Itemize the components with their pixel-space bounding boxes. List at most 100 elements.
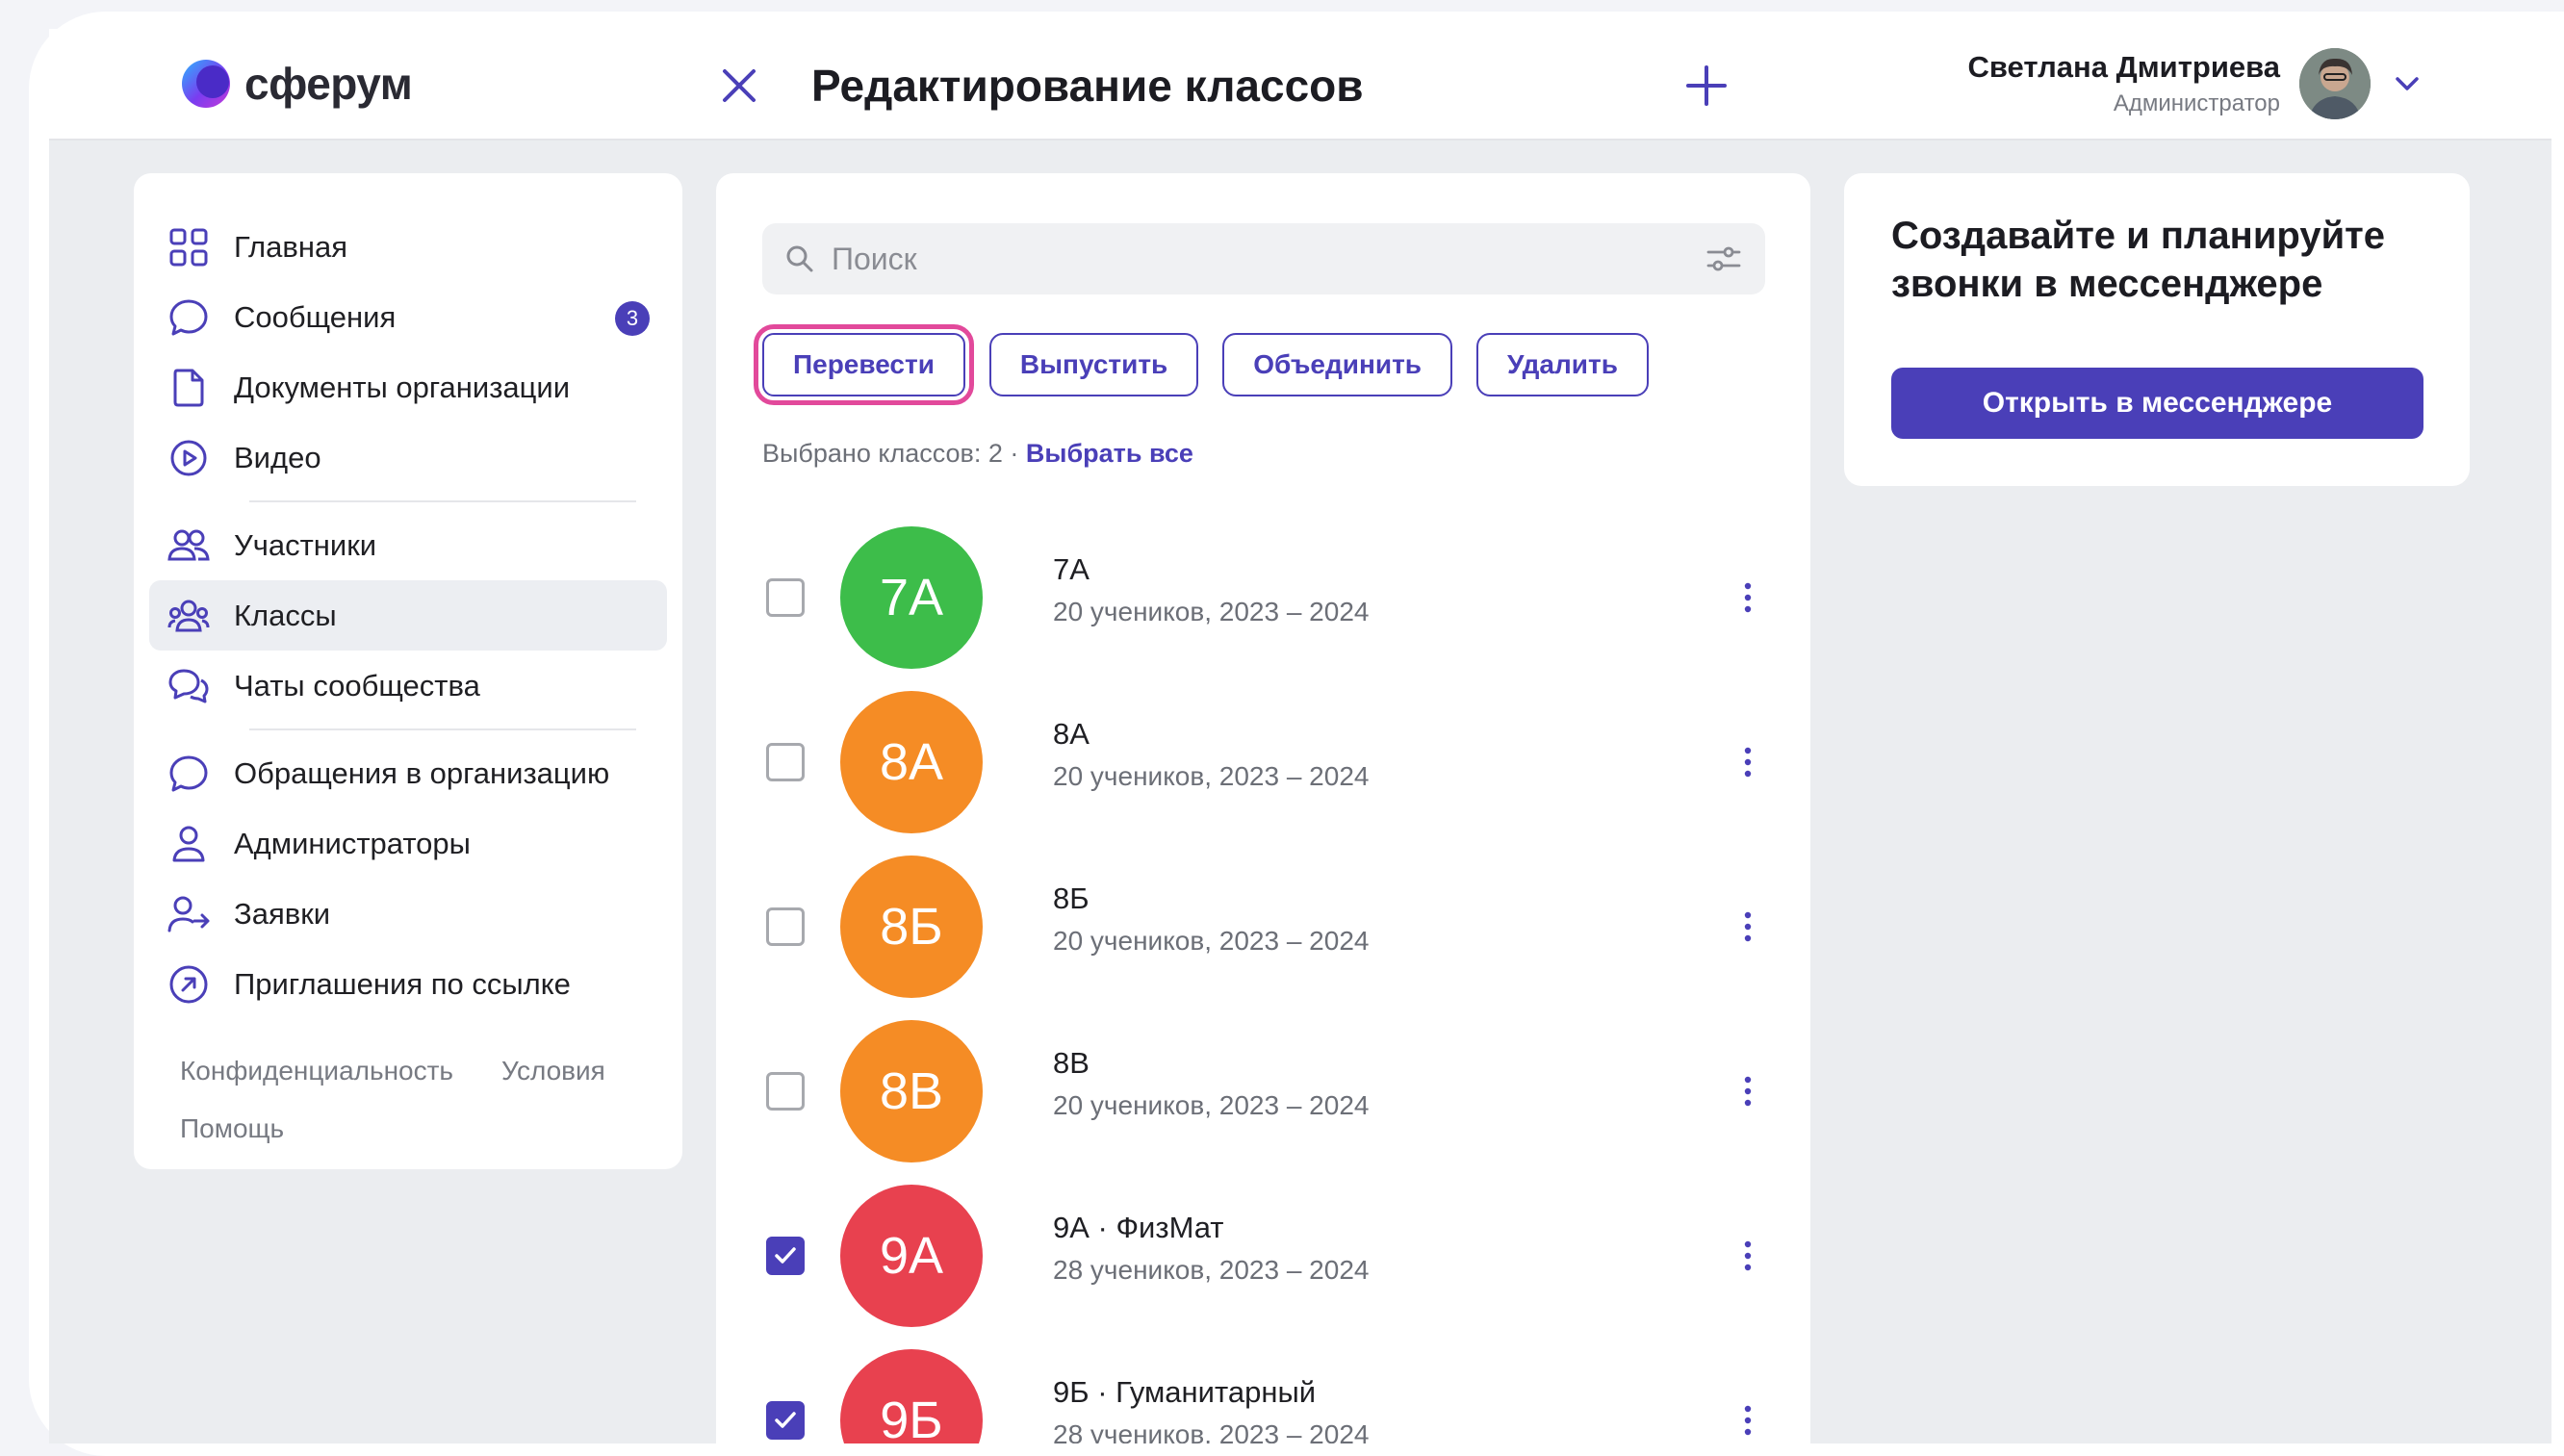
- user-menu[interactable]: Светлана Дмитриева Администратор: [1967, 48, 2424, 119]
- class-row[interactable]: 9А 9А · ФизМат 28 учеников, 2023 – 2024: [716, 1174, 1810, 1339]
- class-avatar: 8Б: [840, 856, 983, 998]
- terms-link[interactable]: Условия: [501, 1056, 605, 1086]
- delete-button[interactable]: Удалить: [1476, 333, 1649, 396]
- class-meta: 20 учеников, 2023 – 2024: [1053, 597, 1370, 626]
- class-checkbox[interactable]: [766, 1401, 805, 1440]
- more-vertical-icon[interactable]: [1724, 574, 1772, 622]
- sidebar-item-label: Участники: [234, 527, 377, 562]
- chevron-down-icon[interactable]: [2390, 66, 2424, 101]
- sidebar-item-home[interactable]: Главная: [149, 212, 667, 282]
- more-vertical-icon[interactable]: [1724, 1232, 1772, 1280]
- person-icon: [172, 826, 205, 861]
- sidebar: Главная Сообщения 3 Документы организаци…: [134, 173, 682, 1169]
- users-icon: [167, 529, 210, 560]
- merge-button[interactable]: Объединить: [1222, 333, 1452, 396]
- filter-icon[interactable]: [1704, 239, 1744, 279]
- search-bar: [762, 223, 1765, 294]
- grid-icon: [169, 228, 208, 266]
- release-button[interactable]: Выпустить: [988, 333, 1199, 396]
- add-class-icon[interactable]: [1682, 62, 1731, 110]
- sidebar-item-invite-links[interactable]: Приглашения по ссылке: [149, 949, 667, 1019]
- chats-icon: [168, 669, 209, 702]
- class-name: 9Б · Гуманитарный: [1053, 1375, 1317, 1409]
- close-icon[interactable]: [715, 62, 763, 110]
- sferum-logo-icon: [182, 60, 230, 108]
- promo-title: Создавайте и планируйте звонки в мессенд…: [1891, 215, 2386, 305]
- sidebar-item-label: Заявки: [234, 896, 331, 931]
- sidebar-divider: [249, 500, 636, 502]
- class-avatar: 9Б: [840, 1349, 983, 1443]
- sidebar-item-appeals[interactable]: Обращения в организацию: [149, 738, 667, 808]
- search-input[interactable]: [832, 241, 1704, 277]
- top-bar: сферум Редактирование классов Светлана Д…: [49, 29, 2551, 140]
- more-vertical-icon[interactable]: [1724, 1067, 1772, 1115]
- class-checkbox[interactable]: [766, 1072, 805, 1111]
- link-arrow-icon: [169, 965, 208, 1003]
- sidebar-item-admins[interactable]: Администраторы: [149, 808, 667, 879]
- class-row[interactable]: 8В 8В 20 учеников, 2023 – 2024: [716, 1009, 1810, 1174]
- class-list: 7А 7А 20 учеников, 2023 – 2024 8А 8А 20 учени…: [716, 516, 1810, 1443]
- class-row[interactable]: 8Б 8Б 20 учеников, 2023 – 2024: [716, 845, 1810, 1009]
- class-name: 9А · ФизМат: [1053, 1211, 1224, 1244]
- sidebar-item-label: Главная: [234, 229, 347, 264]
- sidebar-item-classes[interactable]: Классы: [149, 580, 667, 651]
- user-avatar[interactable]: [2299, 48, 2371, 119]
- sidebar-item-community-chats[interactable]: Чаты сообщества: [149, 651, 667, 721]
- class-checkbox[interactable]: [766, 1237, 805, 1275]
- message-icon: [169, 299, 208, 335]
- sidebar-item-video[interactable]: Видео: [149, 422, 667, 493]
- user-role: Администратор: [2113, 90, 2280, 116]
- sidebar-item-label: Классы: [234, 598, 337, 632]
- sidebar-item-label: Обращения в организацию: [234, 755, 610, 790]
- class-row[interactable]: 8А 8А 20 учеников, 2023 – 2024: [716, 680, 1810, 845]
- checkmark-icon: [775, 1412, 796, 1428]
- classes-panel: Перевести Выпустить Объединить Удалить В…: [716, 173, 1810, 1443]
- search-icon: [786, 245, 813, 272]
- sidebar-item-requests[interactable]: Заявки: [149, 879, 667, 949]
- bulk-actions: Перевести Выпустить Объединить Удалить: [754, 324, 1673, 405]
- sidebar-footer: Конфиденциальность Условия Помощь: [134, 1019, 682, 1144]
- transfer-button[interactable]: Перевести: [754, 324, 974, 405]
- select-all-link[interactable]: Выбрать все: [1026, 439, 1193, 468]
- sidebar-nav: Главная Сообщения 3 Документы организаци…: [134, 173, 682, 1019]
- class-checkbox[interactable]: [766, 907, 805, 946]
- class-meta: 20 учеников, 2023 – 2024: [1053, 761, 1370, 791]
- class-avatar: 8В: [840, 1020, 983, 1162]
- class-checkbox[interactable]: [766, 578, 805, 617]
- sidebar-item-documents[interactable]: Документы организации: [149, 352, 667, 422]
- class-meta: 28 учеников, 2023 – 2024: [1053, 1419, 1370, 1443]
- class-meta: 20 учеников, 2023 – 2024: [1053, 1090, 1370, 1120]
- sidebar-item-label: Администраторы: [234, 826, 471, 860]
- app-screen: сферум Редактирование классов Светлана Д…: [49, 29, 2551, 1443]
- unread-badge: 3: [615, 301, 650, 336]
- open-messenger-button[interactable]: Открыть в мессенджере: [1891, 368, 2423, 439]
- logo-text: сферум: [244, 59, 413, 109]
- sidebar-item-members[interactable]: Участники: [149, 510, 667, 580]
- class-meta: 28 учеников, 2023 – 2024: [1053, 1255, 1370, 1285]
- class-row[interactable]: 9Б 9Б · Гуманитарный 28 учеников, 2023 – 2…: [716, 1339, 1810, 1443]
- checkmark-icon: [775, 1247, 796, 1264]
- more-vertical-icon[interactable]: [1724, 738, 1772, 786]
- class-meta: 20 учеников, 2023 – 2024: [1053, 926, 1370, 956]
- class-checkbox[interactable]: [766, 743, 805, 781]
- logo[interactable]: сферум: [181, 58, 413, 110]
- play-icon: [170, 440, 207, 475]
- sidebar-item-label: Чаты сообщества: [234, 668, 480, 702]
- class-row[interactable]: 7А 7А 20 учеников, 2023 – 2024: [716, 516, 1810, 680]
- class-avatar: 8А: [840, 691, 983, 833]
- class-avatar: 9А: [840, 1185, 983, 1327]
- help-link[interactable]: Помощь: [180, 1113, 284, 1144]
- document-icon: [173, 369, 204, 406]
- sidebar-item-messages[interactable]: Сообщения 3: [149, 282, 667, 352]
- class-name: 8В: [1053, 1046, 1090, 1080]
- user-name: Светлана Дмитриева: [1967, 50, 2280, 84]
- more-vertical-icon[interactable]: [1724, 903, 1772, 951]
- more-vertical-icon[interactable]: [1724, 1396, 1772, 1443]
- sidebar-item-label: Приглашения по ссылке: [234, 966, 571, 1001]
- sidebar-item-label: Документы организации: [234, 370, 571, 404]
- class-name: 8Б: [1053, 881, 1090, 915]
- privacy-link[interactable]: Конфиденциальность: [180, 1056, 453, 1086]
- classes-icon: [167, 600, 210, 631]
- class-name: 8А: [1053, 717, 1090, 751]
- person-arrow-icon: [167, 896, 210, 932]
